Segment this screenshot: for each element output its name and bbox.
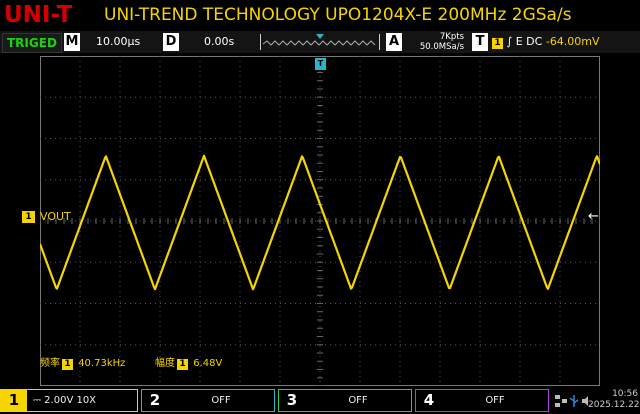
measurement-frequency[interactable]: 频率 1 40.73kHz — [40, 354, 125, 370]
ch3-settings-button[interactable]: 3 OFF — [278, 389, 412, 412]
clock: 10:56 2025.12.22 — [588, 389, 640, 411]
ch4-settings-button[interactable]: 4 OFF — [415, 389, 549, 412]
ch4-number: 4 — [423, 391, 435, 409]
ch2-settings-button[interactable]: 2 OFF — [141, 389, 275, 412]
measurement-value: 40.73kHz — [78, 358, 126, 369]
trigger-level: -64.00mV — [545, 35, 600, 48]
status-row: TRIGED M 10.00µs D 0.00s A 7Kpts 50.0MSa… — [0, 31, 640, 53]
memory-waveform-icon — [262, 34, 376, 46]
ch1-label: VOUT — [40, 210, 71, 223]
measurement-name: 幅度 — [155, 358, 175, 369]
ch1-scale-value: 2.00V 10X — [44, 395, 97, 406]
ch3-number: 3 — [286, 391, 298, 409]
clock-date: 2025.12.22 — [588, 400, 640, 410]
brand-logo: UNI-T — [4, 2, 73, 28]
delay-key[interactable]: D — [163, 33, 179, 51]
rising-edge-icon: ∫ — [506, 35, 513, 48]
acquire-key[interactable]: A — [386, 33, 402, 51]
channel-bar: 1 ⎓ 2.00V 10X 2 OFF 3 OFF 4 OFF — [0, 388, 640, 414]
ch2-number: 2 — [149, 391, 161, 409]
network-icon — [555, 395, 567, 407]
waveform-display[interactable] — [40, 56, 600, 386]
measurement-amplitude[interactable]: 幅度 1 6.48V — [155, 354, 222, 370]
measurement-source-badge: 1 — [177, 359, 188, 370]
ch4-state: OFF — [485, 395, 505, 406]
usb-icon — [569, 395, 579, 407]
memory-position-bar[interactable] — [260, 34, 380, 50]
memory-depth: 7Kpts — [439, 32, 464, 42]
trigger-state-badge[interactable]: TRIGED — [2, 33, 62, 53]
measurement-name: 频率 — [40, 358, 60, 369]
measurement-value: 6.48V — [193, 358, 223, 369]
ch1-marker-tag: 1 — [22, 211, 35, 223]
ch1-scale: ⎓ 2.00V 10X — [27, 390, 137, 411]
ch2-state: OFF — [211, 395, 231, 406]
ch1-settings-button[interactable]: 1 ⎓ 2.00V 10X — [0, 389, 138, 412]
trigger-key[interactable]: T — [472, 33, 488, 51]
sample-rate: 50.0MSa/s — [419, 42, 464, 52]
system-icons — [555, 395, 588, 407]
instrument-title: UNI-TREND TECHNOLOGY UPO1204X-E 200MHz 2… — [104, 5, 572, 25]
ch3-state: OFF — [348, 395, 368, 406]
trigger-source-badge: 1 — [492, 38, 503, 49]
measurement-source-badge: 1 — [62, 359, 73, 370]
trigger-info[interactable]: 1 ∫ E DC -64.00mV — [492, 31, 600, 53]
dc-coupling-icon: ⎓ — [33, 395, 41, 406]
clock-time: 10:56 — [612, 389, 638, 399]
title-bar: UNI-T UNI-TREND TECHNOLOGY UPO1204X-E 20… — [0, 0, 640, 30]
acquisition-info[interactable]: 7Kpts 50.0MSa/s — [404, 32, 464, 52]
trigger-coupling: E DC — [515, 35, 543, 48]
trigger-level-arrow-icon[interactable]: ← — [588, 210, 599, 223]
graticule — [40, 56, 600, 386]
timebase-key[interactable]: M — [64, 33, 80, 51]
timebase-value[interactable]: 10.00µs — [96, 31, 140, 53]
delay-value[interactable]: 0.00s — [204, 31, 234, 53]
trigger-position-marker[interactable]: T — [315, 58, 326, 70]
ch1-number: 1 — [1, 390, 27, 411]
